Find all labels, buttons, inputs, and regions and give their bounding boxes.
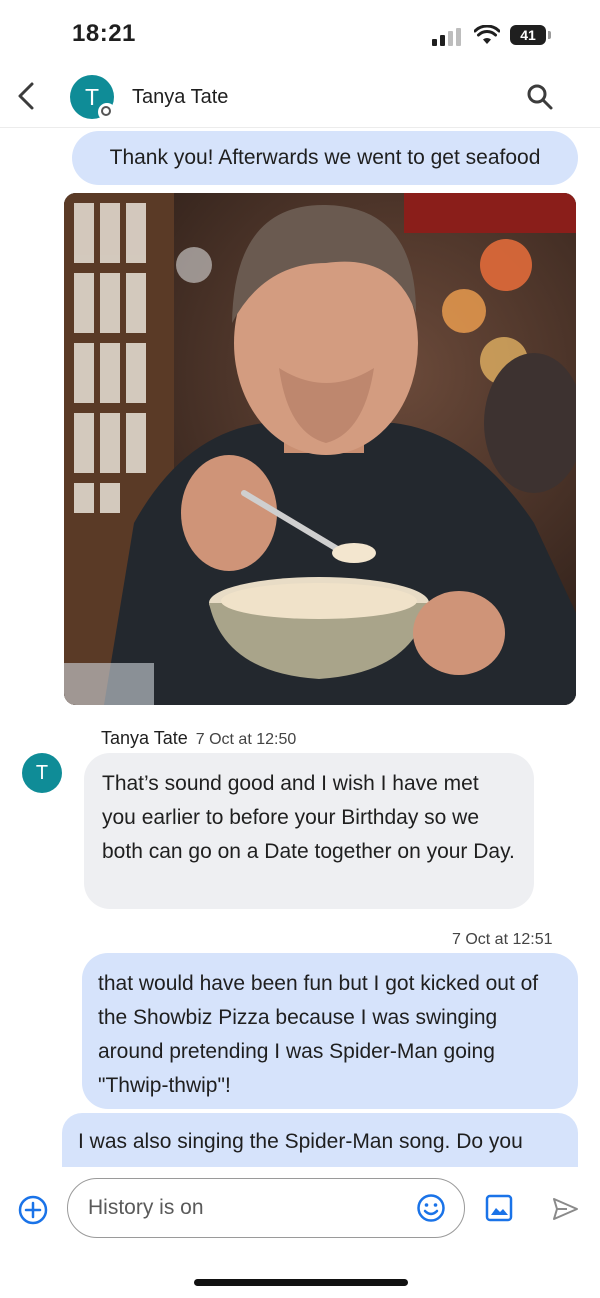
message-timestamp: 7 Oct at 12:51 bbox=[452, 931, 553, 948]
header-divider bbox=[0, 127, 600, 128]
message-timestamp: 7 Oct at 12:50 bbox=[195, 731, 297, 748]
contact-name[interactable]: Tanya Tate bbox=[132, 86, 228, 109]
message-input-placeholder[interactable]: History is on bbox=[88, 1196, 204, 1220]
search-icon[interactable] bbox=[526, 83, 554, 111]
wifi-icon bbox=[474, 25, 500, 44]
message-photo[interactable] bbox=[64, 193, 576, 705]
status-time: 18:21 bbox=[72, 20, 136, 47]
outgoing-message[interactable]: that would have been fun but I got kicke… bbox=[82, 953, 578, 1109]
add-icon[interactable] bbox=[17, 1194, 49, 1226]
cellular-signal-icon bbox=[432, 28, 461, 46]
outgoing-message[interactable]: Thank you! Afterwards we went to get sea… bbox=[72, 131, 578, 185]
send-icon[interactable] bbox=[550, 1194, 580, 1224]
gallery-icon[interactable] bbox=[485, 1194, 513, 1222]
emoji-icon[interactable] bbox=[416, 1193, 446, 1223]
message-sender-meta: Tanya Tate 7 Oct at 12:50 bbox=[101, 728, 296, 749]
battery-level: 41 bbox=[510, 25, 546, 45]
incoming-message[interactable]: That’s sound good and I wish I have met … bbox=[84, 753, 534, 909]
sender-name: Tanya Tate bbox=[101, 728, 188, 748]
battery-indicator: 41 bbox=[510, 25, 552, 45]
home-indicator[interactable] bbox=[194, 1279, 408, 1286]
outgoing-message[interactable]: I was also singing the Spider-Man song. … bbox=[62, 1113, 578, 1167]
sender-avatar[interactable]: T bbox=[22, 753, 62, 793]
back-arrow-icon[interactable] bbox=[14, 80, 40, 112]
avatar-status-badge bbox=[98, 103, 116, 121]
photo-illustration bbox=[64, 193, 576, 705]
